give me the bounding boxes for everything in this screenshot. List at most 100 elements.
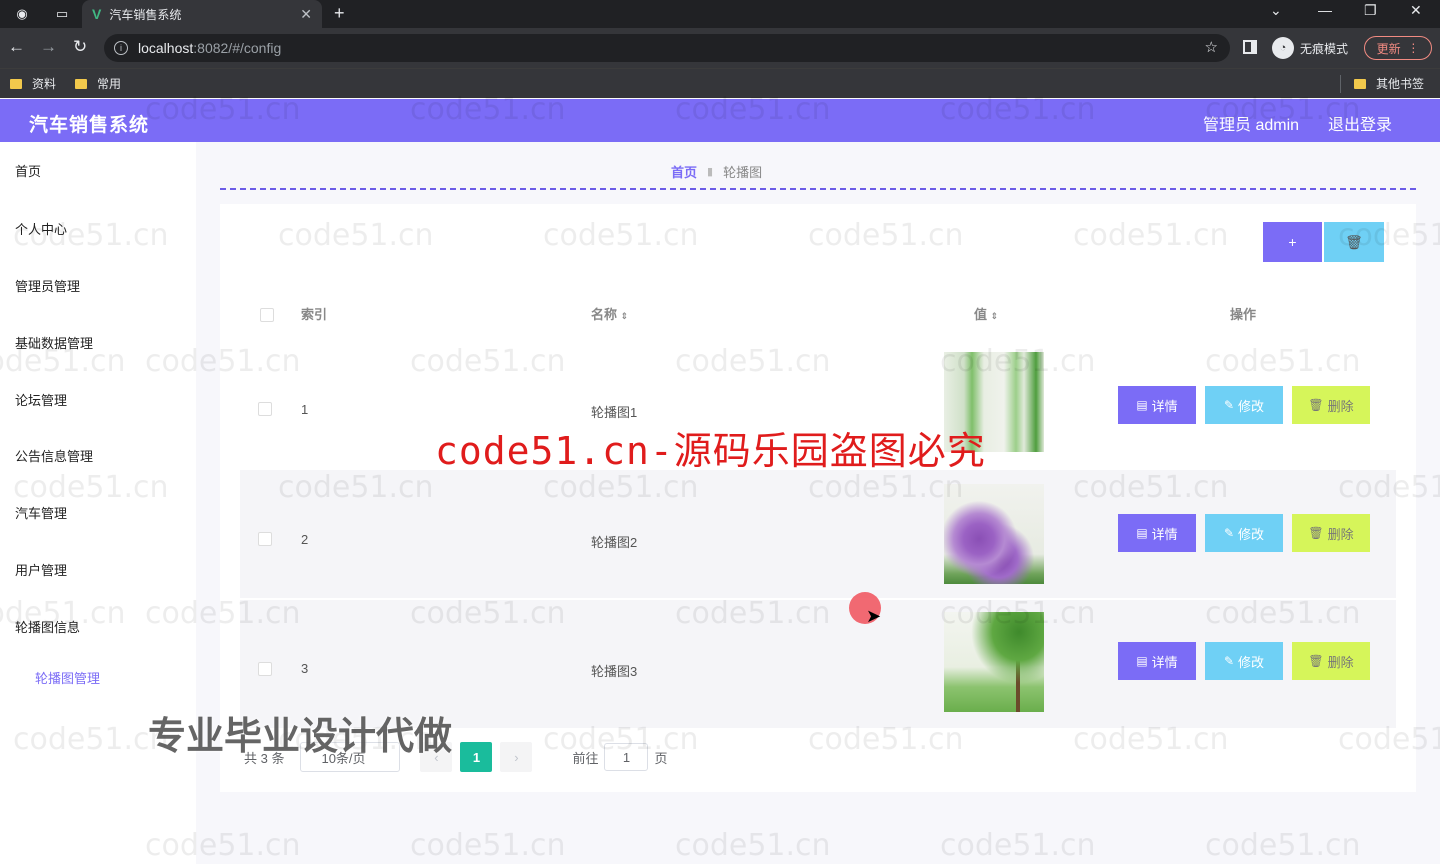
row-index: 2 [301, 532, 309, 547]
sort-icon[interactable]: ⇕ [621, 311, 629, 321]
new-tab-icon[interactable]: + [334, 3, 345, 24]
sidebar-item-home[interactable]: 首页 [15, 161, 41, 180]
document-icon: ▤ [1136, 398, 1148, 412]
next-page-icon[interactable]: › [500, 742, 533, 772]
url-field[interactable]: i localhost:8082/#/config ☆ [104, 34, 1230, 62]
update-button[interactable]: 更新 ⋮ [1364, 36, 1432, 60]
detail-button[interactable]: ▤ 详情 [1118, 514, 1196, 552]
detail-label: 详情 [1151, 654, 1178, 670]
col-header-actions: 操作 [1230, 307, 1257, 322]
goto-page-input[interactable]: 1 [604, 743, 649, 771]
vue-logo-icon: V [92, 6, 102, 22]
url-path: :8082/#/config [193, 40, 282, 56]
row-checkbox[interactable] [258, 402, 272, 416]
folder-icon [10, 78, 22, 89]
detail-button[interactable]: ▤ 详情 [1118, 642, 1196, 680]
delete-label: 删除 [1327, 526, 1354, 542]
mouse-cursor-icon: ➤ [866, 606, 882, 626]
row-name: 轮播图3 [591, 664, 638, 679]
sidebar-item-notices[interactable]: 公告信息管理 [15, 446, 93, 465]
other-bookmarks-label: 其他书签 [1376, 77, 1425, 91]
sort-icon[interactable]: ⇕ [991, 311, 999, 321]
incognito-icon: ◔ [1272, 37, 1294, 59]
side-panel-icon[interactable] [1243, 40, 1257, 54]
detail-label: 详情 [1151, 398, 1178, 414]
red-watermark: code51.cn-源码乐园盗图必究 [435, 429, 986, 473]
back-icon[interactable]: ← [8, 37, 25, 57]
edit-label: 修改 [1238, 654, 1265, 670]
carousel-thumbnail[interactable] [944, 484, 1044, 584]
select-all-checkbox[interactable] [260, 308, 274, 322]
bookmark-divider [1340, 75, 1341, 93]
edit-button[interactable]: ✎ 修改 [1205, 642, 1283, 680]
close-tab-icon[interactable]: ✕ [300, 6, 312, 23]
edit-label: 修改 [1238, 526, 1265, 542]
edit-button[interactable]: ✎ 修改 [1205, 386, 1283, 424]
table-card: + 🗑 索引 名称 ⇕ 值 ⇕ 操作 1 轮播图1 ▤ 详情 ✎ 修改 🗑 删除 2 … [220, 204, 1416, 792]
batch-delete-button[interactable]: 🗑 [1324, 222, 1384, 262]
sidebar-item-carousel[interactable]: 轮播图信息 [15, 617, 80, 636]
sidebar-item-base-data[interactable]: 基础数据管理 [15, 333, 93, 352]
page-number-active[interactable]: 1 [460, 742, 493, 772]
row-index: 1 [301, 402, 309, 417]
col-header-value-label: 值 [974, 307, 988, 322]
delete-button[interactable]: 🗑 删除 [1292, 642, 1370, 680]
browser-tab[interactable]: V 汽车销售系统 ✕ [82, 0, 322, 28]
sidebar-item-cars[interactable]: 汽车管理 [15, 503, 67, 522]
update-label: 更新 [1376, 41, 1401, 56]
bookmarks-bar: 资料 常用 其他书签 [0, 68, 1440, 98]
trash-icon: 🗑 [1345, 233, 1363, 250]
bookmark-folder[interactable]: 资料 [10, 75, 56, 92]
edit-label: 修改 [1238, 398, 1265, 414]
tab-search-icon[interactable]: ⌄ [1270, 2, 1282, 19]
col-header-index: 索引 [301, 307, 328, 322]
edit-icon: ✎ [1223, 654, 1235, 668]
tab-overview-icon[interactable]: ▭ [52, 4, 72, 24]
col-header-name[interactable]: 名称 ⇕ [591, 304, 628, 323]
document-icon: ▤ [1136, 654, 1148, 668]
sidebar-subitem-carousel-manage[interactable]: 轮播图管理 [35, 668, 100, 687]
delete-label: 删除 [1327, 654, 1354, 670]
sidebar-item-admins[interactable]: 管理员管理 [15, 276, 80, 295]
restore-icon[interactable]: ❐ [1364, 2, 1377, 19]
tab-title: 汽车销售系统 [109, 7, 182, 22]
bookmark-label: 常用 [97, 77, 122, 91]
sidebar-item-users[interactable]: 用户管理 [15, 560, 67, 579]
col-header-value[interactable]: 值 ⇕ [974, 304, 998, 323]
other-bookmarks[interactable]: 其他书签 [1354, 75, 1424, 92]
forward-icon[interactable]: → [40, 37, 57, 57]
breadcrumb: 首页 ▮ 轮播图 [671, 162, 762, 181]
detail-button[interactable]: ▤ 详情 [1118, 386, 1196, 424]
sidebar-item-forum[interactable]: 论坛管理 [15, 390, 67, 409]
bookmark-star-icon[interactable]: ☆ [1205, 38, 1218, 56]
add-button[interactable]: + [1263, 222, 1322, 262]
carousel-thumbnail[interactable] [944, 612, 1044, 712]
close-window-icon[interactable]: ✕ [1410, 2, 1422, 19]
minimize-icon[interactable]: — [1318, 2, 1332, 18]
row-name: 轮播图1 [591, 405, 638, 420]
delete-button[interactable]: 🗑 删除 [1292, 514, 1370, 552]
incognito-indicator[interactable]: ◔ 无痕模式 [1272, 37, 1348, 59]
admin-label: 管理员 admin [1203, 117, 1300, 134]
row-checkbox[interactable] [258, 532, 272, 546]
breadcrumb-home[interactable]: 首页 [671, 162, 697, 181]
logout-button[interactable]: 退出登录 [1328, 111, 1392, 135]
browser-tab-bar: ◉ ▭ V 汽车销售系统 ✕ + ⌄ — ❐ ✕ [0, 0, 1440, 28]
edit-icon: ✎ [1223, 526, 1235, 540]
reload-icon[interactable]: ↻ [73, 37, 87, 57]
folder-icon [1354, 78, 1366, 89]
site-info-icon[interactable]: i [114, 41, 128, 55]
delete-button[interactable]: 🗑 删除 [1292, 386, 1370, 424]
sidebar-item-profile[interactable]: 个人中心 [15, 219, 67, 238]
table-row: 2 轮播图2 ▤ 详情 ✎ 修改 🗑 删除 [240, 470, 1396, 598]
bookmark-folder[interactable]: 常用 [75, 75, 121, 92]
row-index: 3 [301, 661, 309, 676]
browser-app-icon[interactable]: ◉ [12, 4, 32, 24]
row-checkbox[interactable] [258, 662, 272, 676]
breadcrumb-current: 轮播图 [723, 165, 763, 180]
page-suffix: 页 [654, 750, 668, 766]
edit-icon: ✎ [1223, 398, 1235, 412]
breadcrumb-separator-icon: ▮ [707, 166, 714, 178]
col-header-name-label: 名称 [591, 307, 618, 322]
edit-button[interactable]: ✎ 修改 [1205, 514, 1283, 552]
